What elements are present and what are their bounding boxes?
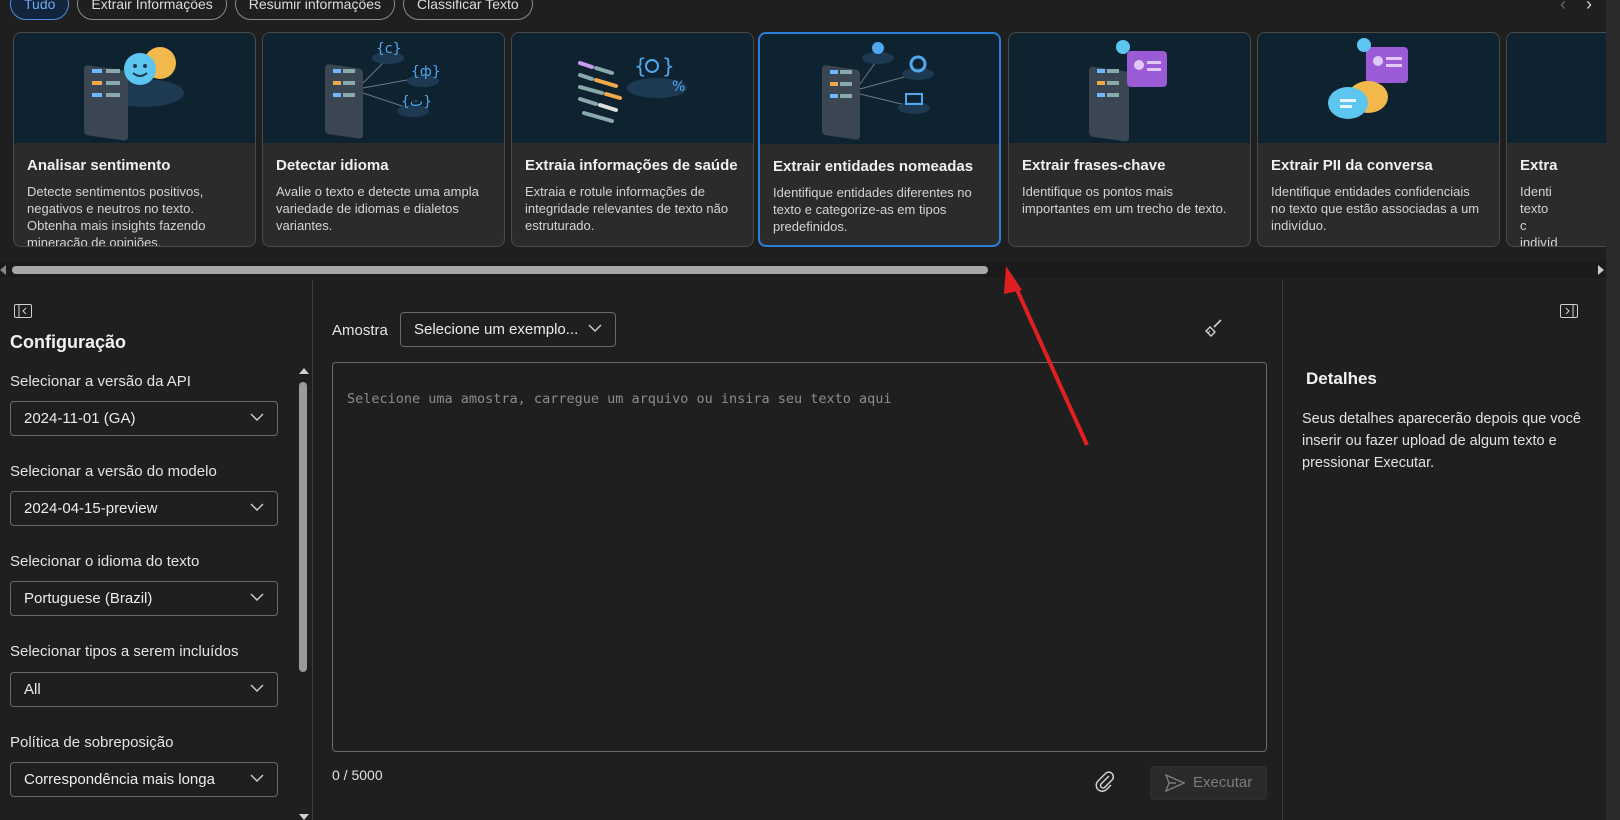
card-title: Extra (1520, 157, 1558, 174)
details-panel: Detalhes Seus detalhes aparecerão depois… (1284, 280, 1606, 820)
chevron-down-icon (250, 503, 264, 511)
card-title: Extrair frases-chave (1022, 157, 1166, 174)
svg-text:{c}: {c} (376, 41, 402, 57)
overlap-policy-value: Correspondência mais longa (24, 771, 215, 788)
azure-language-studio: { "filters": ["Tudo", "Extrair Informaçõ… (0, 0, 1620, 820)
scroll-down-arrow[interactable] (299, 814, 309, 820)
entities-illustration (760, 34, 999, 144)
language-illustration: {c} {ф} {ت} (263, 33, 504, 143)
types-select[interactable]: All (10, 672, 278, 707)
collapse-panel-icon[interactable] (14, 304, 32, 318)
card-description: Identifique entidades confidenciais no t… (1271, 184, 1480, 233)
chevron-down-icon (250, 413, 264, 421)
card-description: Avalie o texto e detecte uma ampla varie… (276, 184, 479, 233)
sample-label: Amostra (332, 322, 388, 339)
model-version-label: Selecionar a versão do modelo (10, 463, 217, 480)
filter-pills: Tudo Extrair Informações Resumir informa… (10, 0, 533, 20)
card-description: Identifique entidades diferentes no text… (773, 185, 972, 234)
filter-summarize[interactable]: Resumir informações (234, 0, 396, 20)
scrollbar-thumb[interactable] (12, 266, 988, 274)
card-title: Extrair PII da conversa (1271, 157, 1433, 174)
configuration-title: Configuração (10, 332, 127, 352)
filter-extract-info[interactable]: Extrair Informações (77, 0, 227, 20)
overlap-policy-label: Política de sobreposição (10, 734, 174, 751)
svg-text:}: } (662, 54, 675, 78)
model-version-select[interactable]: 2024-04-15-preview (10, 491, 278, 526)
svg-text:{ф}: {ф} (411, 64, 441, 80)
card-named-entities[interactable]: Extrair entidades nomeadas Identifique e… (758, 32, 1001, 247)
api-version-select[interactable]: 2024-11-01 (GA) (10, 401, 278, 436)
chevron-down-icon (250, 774, 264, 782)
chevron-down-icon (250, 593, 264, 601)
input-panel: Amostra Selecione um exemplo... Selecion… (314, 280, 1283, 820)
run-button[interactable]: Executar (1150, 766, 1267, 800)
scroll-left-arrow[interactable] (0, 265, 6, 275)
carousel-next-icon[interactable]: › (1586, 0, 1592, 15)
carousel-prev-icon[interactable]: ‹ (1560, 0, 1566, 15)
details-text: Seus detalhes aparecerão depois que você… (1302, 411, 1581, 471)
page-scrollbar[interactable] (1606, 0, 1620, 820)
capability-cards: Analisar sentimento Detecte sentimentos … (13, 32, 1607, 248)
keyphrase-illustration (1009, 33, 1250, 143)
cards-scrollbar[interactable] (0, 262, 1606, 278)
send-icon (1165, 774, 1185, 792)
scrollbar-thumb[interactable] (299, 382, 307, 672)
character-counter: 0 / 5000 (332, 767, 383, 783)
config-scrollbar[interactable] (299, 368, 309, 820)
card-health-info[interactable]: { } % Extraia informações de saúde Extra… (511, 32, 754, 247)
sentiment-illustration (14, 33, 255, 143)
model-version-value: 2024-04-15-preview (24, 500, 158, 517)
card-title: Detectar idioma (276, 157, 389, 174)
card-partial[interactable]: Extra Identi texto c indivíd (1506, 32, 1607, 247)
text-language-label: Selecionar o idioma do texto (10, 553, 200, 570)
types-value: All (24, 681, 41, 698)
text-input-area[interactable]: Selecione uma amostra, carregue um arqui… (332, 362, 1267, 752)
svg-text:%: % (672, 79, 685, 95)
text-language-select[interactable]: Portuguese (Brazil) (10, 581, 278, 616)
text-input-placeholder: Selecione uma amostra, carregue um arqui… (347, 391, 892, 407)
api-version-value: 2024-11-01 (GA) (24, 410, 136, 427)
card-description: Identi texto c indivíd (1520, 184, 1558, 247)
api-version-label: Selecionar a versão da API (10, 373, 191, 390)
chevron-down-icon (250, 684, 264, 692)
card-description: Extraia e rotule informações de integrid… (525, 184, 729, 233)
configuration-panel: Configuração Selecionar a versão da API … (0, 280, 313, 820)
filter-classify[interactable]: Classificar Texto (403, 0, 533, 20)
scroll-up-arrow[interactable] (299, 368, 309, 374)
carousel-nav: ‹ › (1560, 0, 1592, 15)
text-language-value: Portuguese (Brazil) (24, 590, 153, 607)
svg-text:{ت}: {ت} (401, 94, 432, 110)
card-pii-conversation[interactable]: Extrair PII da conversa Identifique enti… (1257, 32, 1500, 247)
attach-file-icon[interactable] (1094, 770, 1116, 792)
sample-value: Selecione um exemplo... (414, 321, 579, 338)
expand-panel-icon[interactable] (1560, 304, 1578, 318)
card-detect-language[interactable]: {c} {ф} {ت} Detectar idioma Avalie o tex… (262, 32, 505, 247)
pii-illustration (1258, 33, 1499, 143)
filter-all[interactable]: Tudo (10, 0, 70, 20)
card-title: Extraia informações de saúde (525, 157, 738, 174)
chevron-down-icon (588, 324, 602, 332)
card-title: Extrair entidades nomeadas (773, 158, 974, 175)
clear-brush-icon[interactable] (1204, 318, 1224, 338)
card-description: Identifique os pontos mais importantes e… (1022, 184, 1227, 216)
card-description: Detecte sentimentos positivos, negativos… (27, 184, 206, 247)
run-label: Executar (1193, 774, 1253, 791)
overlap-policy-select[interactable]: Correspondência mais longa (10, 762, 278, 797)
details-title: Detalhes (1306, 369, 1377, 388)
card-key-phrases[interactable]: Extrair frases-chave Identifique os pont… (1008, 32, 1251, 247)
scroll-right-arrow[interactable] (1598, 265, 1604, 275)
types-label: Selecionar tipos a serem incluídos (10, 643, 239, 660)
health-illustration: { } % (512, 33, 753, 143)
svg-text:{: { (634, 54, 647, 78)
card-analyze-sentiment[interactable]: Analisar sentimento Detecte sentimentos … (13, 32, 256, 247)
partial-illustration (1507, 33, 1607, 143)
card-title: Analisar sentimento (27, 157, 171, 174)
sample-select[interactable]: Selecione um exemplo... (400, 312, 616, 347)
